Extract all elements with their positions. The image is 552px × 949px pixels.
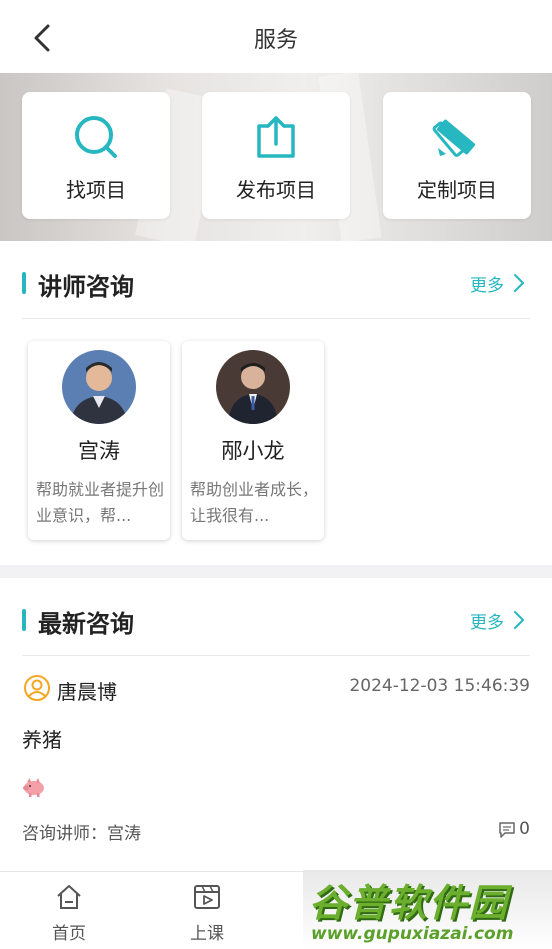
lecturer-name: 邴小龙 bbox=[221, 439, 285, 463]
consult-user-name: 唐晨博 bbox=[57, 680, 117, 704]
lecturer-avatar bbox=[62, 350, 136, 424]
consult-teacher: 咨询讲师：宫涛 bbox=[22, 824, 141, 844]
search-icon bbox=[75, 116, 117, 158]
lecturers-more-link[interactable]: 更多 bbox=[470, 271, 528, 296]
lecturer-card[interactable]: 宫涛 帮助就业者提升创业意识，帮... bbox=[28, 341, 170, 540]
lecturers-section-title: 讲师咨询 bbox=[38, 273, 134, 301]
publish-project-label: 发布项目 bbox=[236, 178, 316, 202]
pig-emoji-icon bbox=[23, 778, 44, 797]
lecturer-card[interactable]: 邴小龙 帮助创业者成长，让我很有... bbox=[182, 341, 324, 540]
chevron-right-icon bbox=[514, 274, 524, 292]
tab-home[interactable]: 首页 bbox=[14, 872, 124, 949]
latest-more-link[interactable]: 更多 bbox=[470, 608, 528, 633]
video-icon bbox=[194, 885, 220, 909]
lecturer-avatar bbox=[216, 350, 290, 424]
custom-project-label: 定制项目 bbox=[417, 178, 497, 202]
user-icon bbox=[24, 675, 50, 701]
find-project-label: 找项目 bbox=[66, 178, 126, 202]
tab-class-label: 上课 bbox=[190, 924, 224, 944]
section-accent-bar bbox=[22, 272, 26, 294]
header-bar: 服务 bbox=[0, 0, 552, 73]
latest-section-header: 最新咨询 更多 bbox=[22, 578, 530, 656]
lecturer-description: 帮助就业者提升创业意识，帮... bbox=[36, 480, 164, 525]
consult-timestamp: 2024-12-03 15:46:39 bbox=[349, 676, 530, 696]
tab-home-label: 首页 bbox=[52, 924, 86, 944]
watermark-title: 谷普软件园 bbox=[309, 881, 510, 925]
upload-icon bbox=[257, 116, 295, 158]
lecturers-section-header: 讲师咨询 更多 bbox=[22, 241, 530, 319]
tab-class[interactable]: 上课 bbox=[152, 872, 262, 949]
pencil-ruler-icon bbox=[432, 119, 476, 157]
lecturers-section: 讲师咨询 更多 宫涛 帮助就业者提升创业意识，帮... 邴小龙 帮助创业者成长，… bbox=[0, 241, 552, 565]
comment-icon bbox=[499, 822, 515, 838]
lecturer-description: 帮助创业者成长，让我很有... bbox=[190, 480, 318, 525]
consult-content[interactable]: 养猪 bbox=[22, 724, 62, 753]
find-project-button[interactable]: 找项目 bbox=[22, 92, 170, 219]
latest-section-title: 最新咨询 bbox=[38, 610, 134, 638]
quick-actions-banner: 找项目 发布项目 定制项目 bbox=[0, 73, 552, 241]
more-label: 更多 bbox=[470, 612, 504, 633]
more-label: 更多 bbox=[470, 275, 504, 296]
publish-project-button[interactable]: 发布项目 bbox=[202, 92, 350, 219]
lecturer-name: 宫涛 bbox=[78, 439, 120, 463]
home-icon bbox=[57, 885, 81, 909]
watermark-url: www.gupuxiazai.com bbox=[311, 924, 514, 944]
site-watermark: 谷普软件园 www.gupuxiazai.com bbox=[303, 870, 552, 949]
chevron-right-icon bbox=[514, 611, 524, 629]
page-title: 服务 bbox=[253, 28, 298, 53]
section-accent-bar bbox=[22, 609, 26, 631]
comment-count: 0 bbox=[519, 819, 530, 839]
custom-project-button[interactable]: 定制项目 bbox=[383, 92, 531, 219]
